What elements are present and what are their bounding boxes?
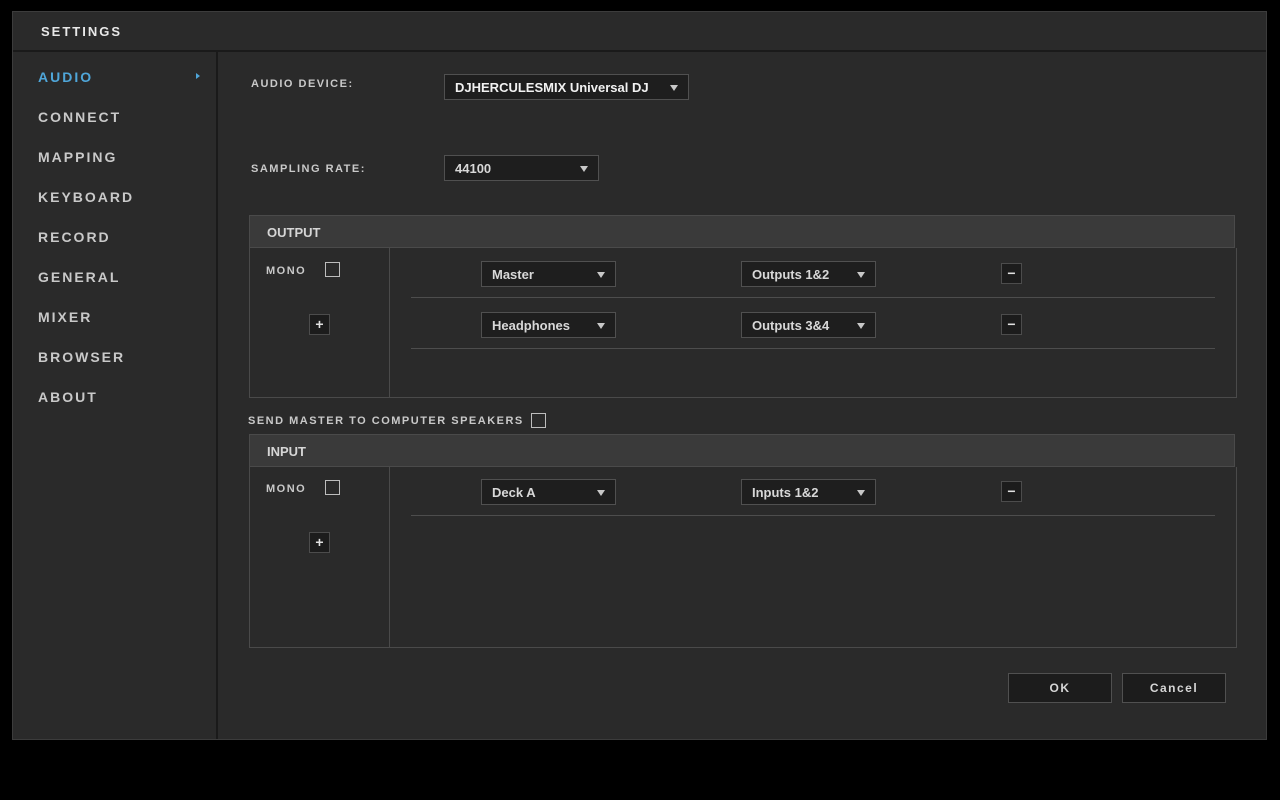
add-output-button[interactable]: + — [309, 314, 330, 335]
sidebar-item-keyboard[interactable]: KEYBOARD — [38, 189, 134, 205]
remove-input-button-deck-a[interactable]: − — [1001, 481, 1022, 502]
input-options: MONO + — [250, 467, 390, 647]
remove-output-button-master[interactable]: − — [1001, 263, 1022, 284]
dropdown-arrow-icon — [857, 272, 865, 278]
output-panel-title: OUTPUT — [267, 225, 321, 240]
audio-device-label: AUDIO DEVICE: — [251, 78, 354, 90]
dropdown-arrow-icon — [857, 323, 865, 329]
sidebar-item-browser[interactable]: BROWSER — [38, 349, 125, 365]
dropdown-arrow-icon — [580, 166, 588, 172]
settings-window: SETTINGS AUDIO CONNECT MAPPING KEYBOARD … — [12, 11, 1267, 740]
output-channel-select-master[interactable]: Master — [481, 261, 616, 287]
row-divider — [411, 348, 1215, 349]
sidebar-item-connect[interactable]: CONNECT — [38, 109, 121, 125]
dropdown-arrow-icon — [597, 323, 605, 329]
sidebar-item-mixer[interactable]: MIXER — [38, 309, 92, 325]
sampling-rate-value: 44100 — [455, 161, 492, 176]
sampling-rate-label: SAMPLING RATE: — [251, 163, 366, 175]
dropdown-arrow-icon — [597, 272, 605, 278]
output-route-value: Outputs 3&4 — [752, 318, 830, 333]
row-divider — [411, 515, 1215, 516]
output-mono-checkbox[interactable] — [325, 262, 340, 277]
remove-output-button-headphones[interactable]: − — [1001, 314, 1022, 335]
input-panel: MONO + Deck A Inputs 1&2 − — [249, 467, 1237, 648]
input-mono-label: MONO — [266, 483, 307, 495]
sidebar-item-record[interactable]: RECORD — [38, 229, 111, 245]
dropdown-arrow-icon — [857, 490, 865, 496]
window-title: SETTINGS — [41, 24, 123, 39]
output-route-value: Outputs 1&2 — [752, 267, 830, 282]
output-route-select-headphones[interactable]: Outputs 3&4 — [741, 312, 876, 338]
send-master-checkbox[interactable] — [531, 413, 546, 428]
audio-device-select[interactable]: DJHERCULESMIX Universal DJ — [444, 74, 689, 100]
output-mono-label: MONO — [266, 265, 307, 277]
audio-settings-content: AUDIO DEVICE: DJHERCULESMIX Universal DJ… — [218, 52, 1266, 739]
add-input-button[interactable]: + — [309, 532, 330, 553]
row-divider — [411, 297, 1215, 298]
cancel-button[interactable]: Cancel — [1122, 673, 1226, 703]
input-panel-title: INPUT — [267, 444, 306, 459]
input-channel-select-deck-a[interactable]: Deck A — [481, 479, 616, 505]
sidebar-item-audio[interactable]: AUDIO — [38, 69, 200, 85]
sampling-rate-select[interactable]: 44100 — [444, 155, 599, 181]
ok-button[interactable]: OK — [1008, 673, 1112, 703]
output-panel-header: OUTPUT — [249, 215, 1235, 248]
input-panel-header: INPUT — [249, 434, 1235, 467]
chevron-right-icon — [196, 73, 200, 79]
sidebar-item-mapping[interactable]: MAPPING — [38, 149, 117, 165]
input-mono-checkbox[interactable] — [325, 480, 340, 495]
input-channel-value: Deck A — [492, 485, 536, 500]
dropdown-arrow-icon — [670, 85, 678, 91]
sidebar-item-label: AUDIO — [38, 69, 94, 85]
output-panel: MONO + Master Outputs 1&2 − Headphones O… — [249, 248, 1237, 398]
output-channel-value: Master — [492, 267, 534, 282]
output-channel-value: Headphones — [492, 318, 571, 333]
dropdown-arrow-icon — [597, 490, 605, 496]
output-route-select-master[interactable]: Outputs 1&2 — [741, 261, 876, 287]
output-channel-select-headphones[interactable]: Headphones — [481, 312, 616, 338]
sidebar-item-general[interactable]: GENERAL — [38, 269, 120, 285]
send-master-label: SEND MASTER TO COMPUTER SPEAKERS — [248, 415, 524, 427]
input-route-select-deck-a[interactable]: Inputs 1&2 — [741, 479, 876, 505]
sidebar-item-about[interactable]: ABOUT — [38, 389, 98, 405]
input-route-value: Inputs 1&2 — [752, 485, 819, 500]
settings-sidebar: AUDIO CONNECT MAPPING KEYBOARD RECORD GE… — [13, 52, 218, 739]
output-options: MONO + — [250, 248, 390, 397]
title-bar: SETTINGS — [13, 12, 1266, 52]
audio-device-value: DJHERCULESMIX Universal DJ — [455, 80, 649, 95]
